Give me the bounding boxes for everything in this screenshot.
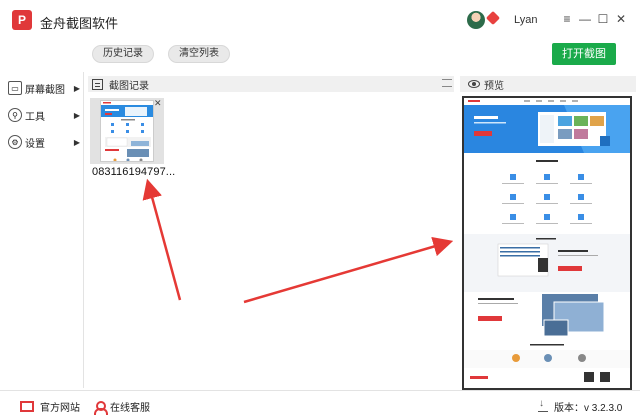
toolbar: 历史记录 清空列表 打开截图 xyxy=(0,40,640,70)
official-website-link[interactable]: 官方网站 xyxy=(20,399,80,414)
version-label: 版本：v 3.2.3.0 xyxy=(554,403,623,414)
app-title: 金舟截图软件 xyxy=(40,16,119,31)
thumbnail-webpage-graphic xyxy=(101,101,153,161)
preview-panel-header: 预览 xyxy=(460,76,636,92)
preview-panel-title: 预览 xyxy=(484,80,504,92)
username[interactable]: Lyan xyxy=(514,14,537,26)
menu-icon[interactable]: ≡ xyxy=(560,12,574,26)
list-panel-header: 截图记录 xyxy=(88,76,454,92)
online-service-label: 在线客服 xyxy=(110,403,150,414)
chevron-right-icon: ▶ xyxy=(73,137,80,147)
preview-image xyxy=(462,96,632,390)
title-bar: P 金舟截图软件 Lyan ≡ — ☐ ✕ xyxy=(0,0,640,40)
official-website-label: 官方网站 xyxy=(40,403,80,414)
thumbnail-close-icon[interactable]: ✕ xyxy=(154,98,162,109)
chevron-right-icon: ▶ xyxy=(73,110,80,120)
thumbnail-image xyxy=(100,100,154,162)
sidebar: ▭ 屏幕截图 ▶ ⚲ 工具 ▶ ⚙ 设置 ▶ xyxy=(0,72,84,388)
grip-icon[interactable] xyxy=(442,79,452,87)
preview-panel: 预览 xyxy=(460,76,636,392)
minimize-button[interactable]: — xyxy=(578,12,592,26)
screenshot-icon: ▭ xyxy=(8,81,22,95)
download-icon xyxy=(538,398,548,412)
online-service-link[interactable]: 在线客服 xyxy=(94,399,150,415)
chevron-right-icon: ▶ xyxy=(73,83,80,93)
gear-icon: ⚙ xyxy=(8,135,22,149)
footer: 官方网站 在线客服 版本：v 3.2.3.0 xyxy=(0,390,640,419)
screenshot-thumbnail[interactable]: ✕ xyxy=(90,98,164,164)
open-screenshot-button[interactable]: 打开截图 xyxy=(552,43,616,65)
list-panel-title: 截图记录 xyxy=(109,80,149,92)
clear-list-button[interactable]: 清空列表 xyxy=(168,45,230,63)
thumbnail-filename: 083116194797... xyxy=(92,166,176,178)
eye-icon xyxy=(468,80,480,88)
list-icon xyxy=(92,78,103,90)
history-button[interactable]: 历史记录 xyxy=(92,45,154,63)
sidebar-item-screenshot[interactable]: ▭ 屏幕截图 ▶ xyxy=(8,78,84,98)
monitor-icon xyxy=(20,401,34,412)
close-button[interactable]: ✕ xyxy=(614,12,628,26)
sidebar-item-label: 设置 xyxy=(25,138,45,150)
sidebar-item-settings[interactable]: ⚙ 设置 ▶ xyxy=(8,132,84,152)
user-avatar[interactable] xyxy=(467,11,485,29)
vip-gem-icon xyxy=(485,10,501,26)
sidebar-item-label: 工具 xyxy=(25,111,45,123)
maximize-button[interactable]: ☐ xyxy=(596,12,610,26)
sidebar-item-tools[interactable]: ⚲ 工具 ▶ xyxy=(8,105,84,125)
version-info: 版本：v 3.2.3.0 xyxy=(538,398,623,414)
screenshot-list-panel: 截图记录 ✕ 083116194797... xyxy=(88,76,454,388)
sidebar-item-label: 屏幕截图 xyxy=(25,84,65,96)
app-logo: P xyxy=(12,10,32,30)
tool-icon: ⚲ xyxy=(8,108,22,122)
preview-webpage-graphic xyxy=(464,98,630,382)
customer-service-icon xyxy=(94,400,108,415)
